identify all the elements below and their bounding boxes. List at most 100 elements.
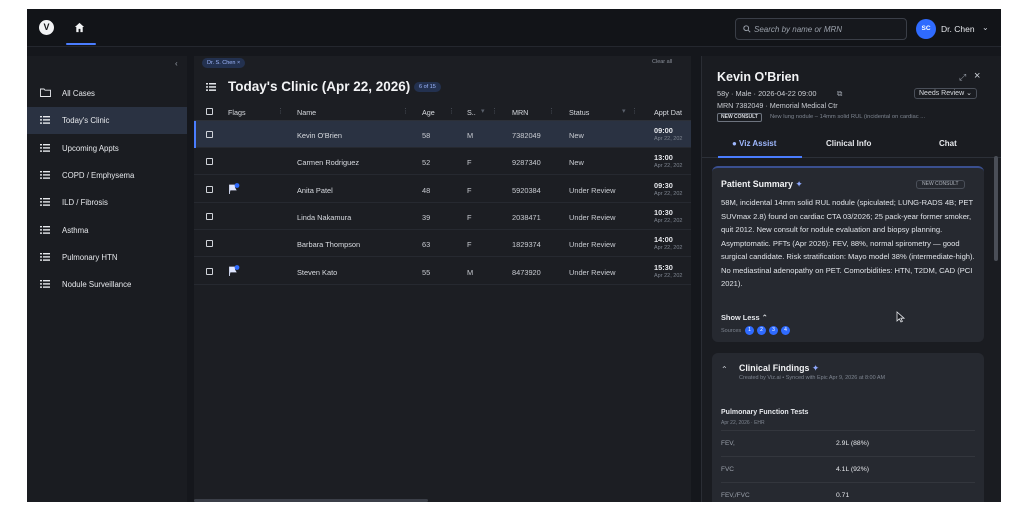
sidebar-item-copd-emphysema[interactable]: COPD / Emphysema [27, 162, 187, 189]
clear-all-link[interactable]: Clear all [652, 59, 672, 65]
finding-label: FEV, [721, 440, 735, 447]
user-menu[interactable]: SC Dr. Chen ⌄ [916, 19, 996, 39]
horizontal-scrollbar[interactable] [194, 499, 428, 502]
folder-icon [40, 88, 51, 99]
pft-date: Apr 22, 2026 · EHR [721, 420, 765, 426]
finding-row: FEV,/FVC 0.71 [721, 482, 975, 502]
chevron-up-icon[interactable]: ⌃ [721, 365, 728, 374]
tab-chat[interactable]: Chat [939, 139, 957, 148]
patient-sex: F [467, 212, 472, 222]
sidebar: ‹ All Cases Today's Clinic Upcoming Appts C… [27, 56, 187, 502]
appt-time: 15:30 [654, 262, 673, 272]
filter-chip[interactable]: Dr. S. Chen × [202, 58, 246, 68]
row-checkbox[interactable] [206, 158, 213, 166]
row-checkbox[interactable] [206, 212, 213, 220]
sidebar-item-upcoming-appts[interactable]: Upcoming Appts [27, 135, 187, 162]
sources-label: Sources [721, 328, 742, 334]
list-icon [40, 198, 50, 208]
search-icon [743, 25, 751, 33]
patient-mrn: 1829374 [512, 240, 541, 250]
column-mrn[interactable]: MRN [512, 108, 528, 117]
count-badge: 6 of 15 [414, 82, 441, 92]
row-checkbox[interactable] [206, 185, 213, 193]
patient-age: 39 [422, 212, 431, 222]
active-tab-indicator [66, 43, 96, 45]
list-icon [40, 143, 50, 154]
column-menu-icon[interactable]: ⋮ [491, 107, 498, 115]
patient-name: Anita Patel [297, 185, 333, 195]
column-menu-icon[interactable]: ⋮ [402, 107, 409, 115]
column-flags[interactable]: Flags [228, 108, 246, 117]
column-appt-date[interactable]: Appt Dat [654, 108, 682, 117]
show-less-button[interactable]: Show Less ⌃ [721, 313, 768, 322]
table-row[interactable]: Linda Nakamura 39 F 2038471 Under Review 10:3… [194, 203, 691, 230]
column-menu-icon[interactable]: ⋮ [448, 107, 455, 115]
patient-meta: 58y · Male · 2026-04-22 09:00 [717, 89, 817, 98]
patient-name: Kevin O'Brien [297, 131, 342, 140]
sidebar-item-pulmonary-htn[interactable]: Pulmonary HTN [27, 244, 187, 271]
column-status[interactable]: Status [569, 108, 589, 117]
status-text: Under Review [569, 185, 616, 195]
home-icon [74, 22, 85, 33]
sidebar-item-asthma[interactable]: Asthma [27, 217, 187, 244]
patient-age: 63 [422, 240, 431, 250]
status-text: New [569, 158, 584, 168]
sidebar-item-nodule-surveillance[interactable]: Nodule Surveillance [27, 271, 187, 298]
table-row[interactable]: Kevin O'Brien 58 M 7382049 New 09:00 Apr 22, 2… [194, 121, 691, 148]
consult-badge: NEW CONSULT [717, 113, 762, 122]
review-status-dropdown[interactable]: Needs Review ⌄ [914, 88, 977, 99]
column-age[interactable]: Age [422, 108, 435, 117]
filter-icon[interactable]: ▾ [622, 107, 626, 115]
sidebar-item-ild-fibrosis[interactable]: ILD / Fibrosis [27, 189, 187, 216]
app-window: V SC Dr. Chen ⌄ ‹ All Cases Today's Clini… [27, 9, 1001, 502]
collapse-sidebar-icon[interactable]: ‹ [175, 59, 178, 68]
sidebar-item-all-cases[interactable]: All Cases [27, 80, 187, 107]
home-tab[interactable] [64, 15, 96, 45]
patient-age: 48 [422, 185, 431, 195]
row-checkbox[interactable] [206, 240, 213, 248]
appt-date: Apr 22, 202 [654, 136, 683, 142]
table-row[interactable]: Barbara Thompson 63 F 1829374 Under Review 14… [194, 230, 691, 258]
select-all-checkbox[interactable] [206, 108, 213, 115]
table-row[interactable]: Steven Kato 55 M 8473920 Under Review 15:30 Ap… [194, 258, 691, 285]
sidebar-item-today-s-clinic[interactable]: Today's Clinic [27, 107, 187, 135]
sidebar-item-label: All Cases [62, 89, 95, 98]
patient-name: Linda Nakamura [297, 212, 352, 222]
flag-icon[interactable] [228, 264, 240, 277]
table-row[interactable]: Carmen Rodriguez 52 F 9287340 New 13:00 Apr 22… [194, 148, 691, 176]
filter-icon[interactable]: ▾ [481, 107, 485, 115]
column-name[interactable]: Name [297, 108, 316, 117]
expand-icon[interactable]: ⤢ [959, 72, 966, 83]
row-checkbox[interactable] [206, 131, 213, 138]
source-1-button[interactable]: 1 [745, 326, 754, 335]
vertical-scrollbar[interactable] [994, 156, 998, 261]
sparkle-icon: ✦ [795, 179, 803, 189]
copy-icon[interactable]: ⧉ [837, 89, 842, 99]
table-row[interactable]: Anita Patel 48 F 5920384 Under Review 09:30 Ap… [194, 176, 691, 203]
row-checkbox[interactable] [206, 267, 213, 275]
column-menu-icon[interactable]: ⋮ [548, 107, 555, 115]
table-header: Flags ⋮ Name ⋮ Age ⋮ S.. ▾ ⋮ MRN ⋮ Statu… [194, 103, 691, 121]
appt-date: Apr 22, 202 [654, 217, 683, 224]
new-consult-badge: NEW CONSULT [916, 180, 965, 189]
search-input[interactable] [754, 22, 902, 37]
source-2-button[interactable]: 2 [757, 326, 766, 335]
patient-name: Kevin O'Brien [717, 70, 800, 84]
column-sex[interactable]: S.. [467, 108, 476, 117]
list-icon [40, 170, 50, 181]
list-icon [40, 225, 50, 236]
viz-logo[interactable]: V [39, 20, 54, 35]
patient-sex: M [467, 131, 474, 140]
page-title: Today's Clinic (Apr 22, 2026) [228, 79, 411, 94]
column-menu-icon[interactable]: ⋮ [631, 107, 638, 115]
finding-label: FEV,/FVC [721, 492, 750, 499]
flag-icon[interactable] [228, 182, 240, 195]
close-icon[interactable]: × [974, 70, 980, 82]
patient-sex: M [467, 267, 474, 277]
search-box[interactable] [735, 18, 907, 40]
tab-viz-assist[interactable]: ● Viz Assist [732, 139, 776, 148]
column-menu-icon[interactable]: ⋮ [277, 107, 284, 115]
source-4-button[interactable]: 4 [781, 326, 790, 335]
source-3-button[interactable]: 3 [769, 326, 778, 335]
tab-clinical-info[interactable]: Clinical Info [826, 139, 871, 148]
